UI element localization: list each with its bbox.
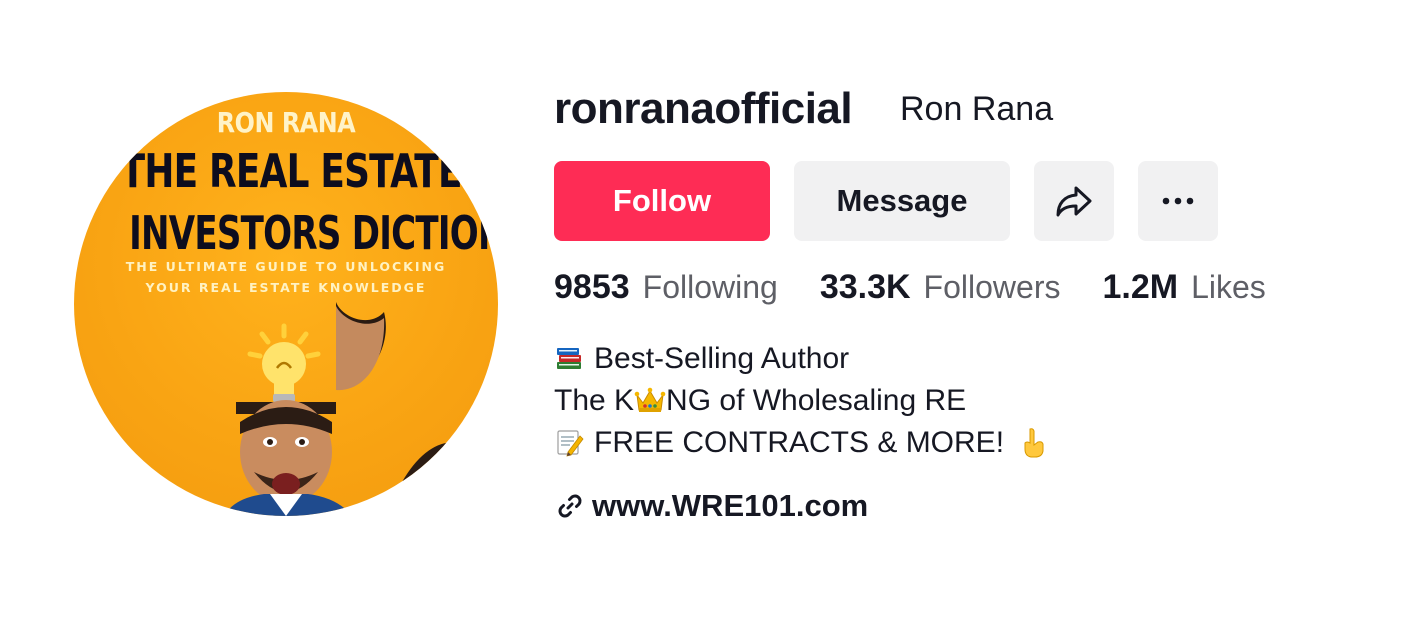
- pointing-down-emoji-icon: [1018, 427, 1050, 459]
- following-count: 9853: [554, 268, 630, 306]
- stat-following[interactable]: 9853 Following: [554, 268, 778, 307]
- share-arrow-icon: [1056, 186, 1092, 217]
- bio-line-3-text: FREE CONTRACTS & MORE!: [594, 426, 1005, 459]
- stat-followers[interactable]: 33.3K Followers: [820, 268, 1061, 307]
- follow-button[interactable]: Follow: [554, 161, 770, 241]
- following-label: Following: [642, 269, 778, 305]
- share-button[interactable]: [1034, 161, 1114, 241]
- avatar-title-line2: INVESTORS DICTIONARY: [129, 206, 498, 260]
- profile-nickname: Ron Rana: [900, 90, 1054, 128]
- link-icon: [558, 494, 582, 518]
- bio-line-2-suffix: NG of Wholesaling RE: [666, 384, 967, 417]
- bio-line-1-text: Best-Selling Author: [594, 342, 850, 375]
- bio-line-3: FREE CONTRACTS & MORE!: [554, 422, 1050, 464]
- followers-count: 33.3K: [819, 268, 911, 306]
- profile-stats: 9853 Following 33.3K Followers 1.2M Like…: [554, 268, 1308, 312]
- more-options-button[interactable]: [1138, 161, 1218, 241]
- profile-username: ronranaofficial: [554, 84, 853, 133]
- follow-button-label: Follow: [612, 183, 712, 218]
- books-emoji-icon: [554, 343, 586, 375]
- likes-label: Likes: [1191, 269, 1266, 305]
- avatar-subtitle-line2: YOUR REAL ESTATE KNOWLEDGE: [145, 280, 427, 295]
- bio-line-2-prefix: The K: [554, 384, 635, 417]
- avatar-subtitle-line1: THE ULTIMATE GUIDE TO UNLOCKING: [125, 259, 447, 274]
- profile-bio: Best-Selling Author The K NG of Wholesal…: [554, 338, 1050, 464]
- message-button[interactable]: Message: [794, 161, 1010, 241]
- bio-line-1: Best-Selling Author: [554, 338, 1050, 380]
- message-button-label: Message: [836, 183, 968, 218]
- more-dots-icon: [1162, 197, 1194, 205]
- likes-count: 1.2M: [1102, 268, 1179, 306]
- profile-avatar[interactable]: RON RANA THE REAL ESTATE INVESTORS DICTI…: [74, 92, 498, 516]
- followers-label: Followers: [923, 269, 1061, 305]
- memo-emoji-icon: [554, 427, 586, 459]
- profile-link[interactable]: www.WRE101.com: [556, 488, 868, 524]
- crown-emoji-icon: [634, 385, 666, 417]
- stat-likes: 1.2M Likes: [1102, 268, 1265, 307]
- profile-link-text[interactable]: www.WRE101.com: [592, 488, 868, 524]
- avatar-title-line1: THE REAL ESTATE: [120, 144, 463, 198]
- bio-line-2: The K NG of Wholesaling RE: [554, 380, 1050, 422]
- avatar-author-text: RON RANA: [216, 106, 356, 139]
